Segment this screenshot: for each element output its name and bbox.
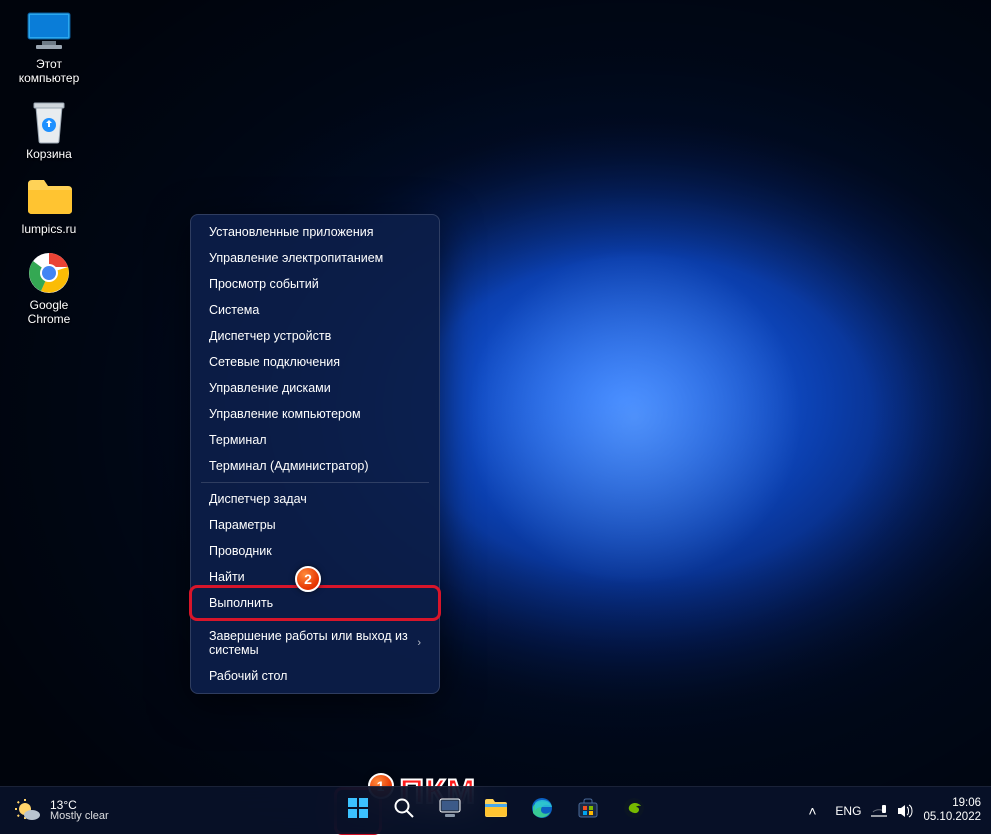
taskbar: 13°C Mostly clear ˄ ENG 19:06 05.10.2022: [0, 786, 991, 834]
desktop-icon-this-pc[interactable]: Этот компьютер: [8, 8, 90, 86]
desktop-icon-folder[interactable]: lumpics.ru: [8, 173, 90, 237]
folder-icon: [25, 173, 73, 221]
chrome-icon: [25, 249, 73, 297]
tray-clock[interactable]: 19:06 05.10.2022: [923, 797, 981, 823]
desktop-wallpaper: [0, 0, 991, 834]
tray-volume-icon[interactable]: [897, 804, 913, 818]
menu-item[interactable]: Управление дисками: [195, 375, 435, 401]
menu-item-label: Система: [209, 303, 259, 317]
tray-network-icon[interactable]: [871, 803, 887, 818]
menu-item[interactable]: Управление электропитанием: [195, 245, 435, 271]
menu-item-label: Сетевые подключения: [209, 355, 340, 369]
menu-item[interactable]: Рабочий стол: [195, 663, 435, 689]
store-icon: [577, 797, 599, 824]
menu-item-label: Завершение работы или выход из системы: [209, 629, 417, 657]
menu-item[interactable]: Сетевые подключения: [195, 349, 435, 375]
trash-icon: [25, 98, 73, 146]
menu-item[interactable]: Терминал (Администратор): [195, 453, 435, 479]
menu-item[interactable]: Диспетчер задач: [195, 486, 435, 512]
start-icon: [346, 796, 370, 825]
menu-item-label: Управление дисками: [209, 381, 331, 395]
taskview-icon: [439, 798, 461, 823]
pc-icon: [25, 8, 73, 56]
menu-item[interactable]: Установленные приложения: [195, 219, 435, 245]
menu-item[interactable]: Проводник: [195, 538, 435, 564]
menu-item-label: Управление компьютером: [209, 407, 361, 421]
menu-item[interactable]: Система: [195, 297, 435, 323]
menu-item[interactable]: Завершение работы или выход из системы›: [195, 623, 435, 663]
desktop-icon-label: Google Chrome: [8, 299, 90, 327]
weather-icon: [14, 797, 42, 825]
tray-time: 19:06: [923, 797, 981, 810]
taskbar-geforce-button[interactable]: [614, 791, 654, 831]
tray-date: 05.10.2022: [923, 811, 981, 824]
taskbar-taskview-button[interactable]: [430, 791, 470, 831]
wifi-icon: [871, 803, 887, 818]
menu-item-label: Рабочий стол: [209, 669, 287, 683]
menu-item[interactable]: Диспетчер устройств: [195, 323, 435, 349]
menu-item-label: Управление электропитанием: [209, 251, 383, 265]
taskbar-weather[interactable]: 13°C Mostly clear: [0, 797, 109, 825]
menu-item-label: Параметры: [209, 518, 276, 532]
speaker-icon: [897, 804, 913, 818]
menu-item[interactable]: Управление компьютером: [195, 401, 435, 427]
system-tray: ˄ ENG 19:06 05.10.2022: [799, 791, 991, 831]
taskbar-explorer-button[interactable]: [476, 791, 516, 831]
menu-item-label: Диспетчер задач: [209, 492, 307, 506]
menu-item-label: Диспетчер устройств: [209, 329, 331, 343]
tray-overflow-button[interactable]: ˄: [799, 791, 825, 831]
menu-item[interactable]: Найти: [195, 564, 435, 590]
tray-language[interactable]: ENG: [835, 804, 861, 818]
taskbar-search-button[interactable]: [384, 791, 424, 831]
menu-item-label: Найти: [209, 570, 245, 584]
desktop-icon-recycle-bin[interactable]: Корзина: [8, 98, 90, 162]
menu-item[interactable]: Выполнить: [195, 590, 435, 616]
menu-separator: [201, 619, 429, 620]
menu-item-label: Терминал (Администратор): [209, 459, 369, 473]
menu-item-label: Терминал: [209, 433, 267, 447]
weather-desc: Mostly clear: [50, 811, 109, 822]
geforce-icon: [623, 797, 645, 824]
taskbar-store-button[interactable]: [568, 791, 608, 831]
menu-item-label: Установленные приложения: [209, 225, 373, 239]
taskbar-start-button[interactable]: [338, 791, 378, 831]
edge-icon: [531, 797, 553, 824]
search-icon: [393, 797, 415, 824]
desktop-icon-label: lumpics.ru: [22, 223, 77, 237]
desktop-icon-label: Этот компьютер: [8, 58, 90, 86]
desktop-icons: Этот компьютер Корзина lumpics.ru Google…: [8, 8, 90, 327]
desktop-icon-label: Корзина: [26, 148, 72, 162]
menu-item-label: Проводник: [209, 544, 272, 558]
menu-item[interactable]: Параметры: [195, 512, 435, 538]
menu-item[interactable]: Терминал: [195, 427, 435, 453]
explorer-icon: [484, 798, 508, 823]
menu-separator: [201, 482, 429, 483]
menu-item-label: Просмотр событий: [209, 277, 319, 291]
winx-context-menu: Установленные приложения Управление элект…: [190, 214, 440, 694]
menu-item[interactable]: Просмотр событий: [195, 271, 435, 297]
chevron-right-icon: ›: [417, 637, 421, 649]
desktop-icon-chrome[interactable]: Google Chrome: [8, 249, 90, 327]
chevron-up-icon: ˄: [808, 803, 816, 819]
taskbar-center: [338, 791, 654, 831]
menu-item-label: Выполнить: [209, 596, 273, 610]
taskbar-edge-button[interactable]: [522, 791, 562, 831]
